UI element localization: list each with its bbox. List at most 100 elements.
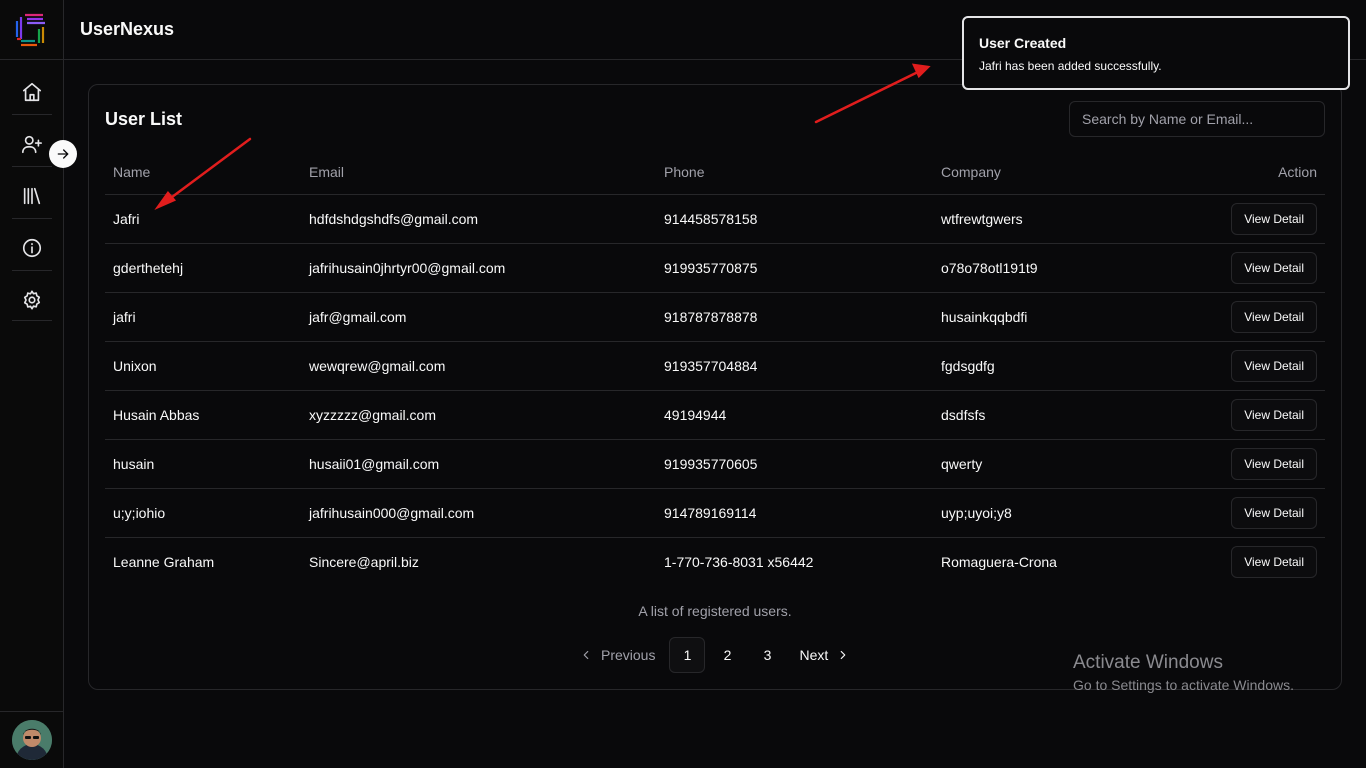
cell-email: Sincere@april.biz [309, 553, 419, 570]
sidebar-expand-button[interactable] [49, 140, 77, 168]
app-title: UserNexus [80, 19, 175, 39]
cell-email: jafrihusain0jhrtyr00@gmail.com [301, 243, 656, 293]
cell-action: View Detail [1154, 537, 1325, 586]
view-detail-button[interactable]: View Detail [1231, 202, 1317, 235]
settings-icon [23, 290, 41, 310]
library-icon [23, 187, 41, 205]
cell-name: husain [105, 439, 301, 489]
table-row: u;y;iohio jafrihusain000@gmail.com 91478… [105, 488, 1325, 538]
toast-description: Jafri has been added successfully. [979, 59, 1162, 73]
sidebar-divider [12, 320, 52, 321]
page-button-2[interactable]: 2 [709, 637, 745, 673]
chevron-left-icon [583, 650, 589, 660]
cell-action: View Detail [1154, 390, 1325, 440]
cell-phone: 1-770-736-8031 x56442 [664, 553, 814, 570]
sidebar-item-about[interactable] [12, 228, 52, 268]
cell-phone: 918787878878 [656, 292, 933, 342]
cell-phone: 919935770875 [656, 243, 933, 293]
view-detail-button[interactable]: View Detail [1231, 300, 1317, 333]
watermark-subtitle: Go to Settings to activate Windows. [1073, 677, 1294, 693]
cell-name: u;y;iohio [105, 488, 301, 538]
sidebar-divider [0, 711, 64, 712]
cell-email: hdfdshdgshdfs@gmail.com [301, 194, 656, 244]
home-icon [22, 82, 42, 102]
cell-action: View Detail [1154, 292, 1325, 342]
cell-name: Unixon [105, 341, 301, 391]
sidebar-divider [12, 166, 52, 167]
cell-company: Romaguera-Crona [941, 553, 1057, 570]
cell-email: jafr@gmail.com [301, 292, 656, 342]
search-input[interactable] [1069, 101, 1325, 137]
column-header-email: Email [301, 151, 656, 195]
table-row: gderthetehj jafrihusain0jhrtyr00@gmail.c… [105, 243, 1325, 293]
table-row: Leanne Graham Sincere@april.biz 1-770-73… [105, 537, 1325, 586]
cell-phone: 919935770605 [656, 439, 933, 489]
column-header-phone: Phone [656, 151, 933, 195]
column-header-name: Name [105, 151, 301, 195]
cell-email: jafrihusain000@gmail.com [301, 488, 656, 538]
sidebar-divider [12, 114, 52, 115]
next-page-button[interactable]: Next [789, 637, 860, 673]
cell-action: View Detail [1154, 488, 1325, 538]
table-row: Husain Abbas xyzzzzz@gmail.com 49194944 … [105, 390, 1325, 440]
cell-action: View Detail [1154, 194, 1325, 244]
cell-action: View Detail [1154, 341, 1325, 391]
page-button-3[interactable]: 3 [749, 637, 785, 673]
app-logo-icon[interactable] [13, 11, 51, 49]
sidebar [0, 0, 64, 768]
cell-company: o78o78otl191t9 [933, 243, 1155, 293]
view-detail-button[interactable]: View Detail [1231, 447, 1317, 480]
pagination: Previous 1 2 3 Next [569, 637, 860, 673]
column-header-company: Company [933, 151, 1155, 195]
column-header-action: Action [1154, 151, 1325, 195]
chevron-right-icon [840, 650, 846, 660]
view-detail-button[interactable]: View Detail [1231, 251, 1317, 284]
table-header-row: Name Email Phone Company Action [105, 151, 1325, 195]
cell-name: Husain Abbas [105, 390, 301, 440]
user-plus-icon [22, 135, 42, 154]
cell-company: wtfrewtgwers [933, 194, 1155, 244]
cell-phone: 914789169114 [656, 488, 933, 538]
user-table: Name Email Phone Company Action Jafri hd… [105, 151, 1325, 586]
cell-email: wewqrew@gmail.com [301, 341, 656, 391]
sidebar-item-home[interactable] [12, 72, 52, 112]
view-detail-button[interactable]: View Detail [1231, 398, 1317, 431]
cell-email: xyzzzzz@gmail.com [301, 390, 656, 440]
cell-company: dsdfsfs [933, 390, 1155, 440]
previous-label: Previous [601, 647, 656, 663]
view-detail-button[interactable]: View Detail [1231, 349, 1317, 382]
sidebar-divider [12, 270, 52, 271]
user-list-card: User List Name Email Phone Company Actio… [88, 84, 1342, 690]
toast-title: User Created [979, 35, 1067, 51]
page-button-1[interactable]: 1 [669, 637, 706, 673]
table-row: jafri jafr@gmail.com 918787878878 husain… [105, 292, 1325, 342]
table-row: Unixon wewqrew@gmail.com 919357704884 fg… [105, 341, 1325, 391]
sidebar-item-library[interactable] [12, 176, 52, 216]
cell-company: fgdsgdfg [933, 341, 1155, 391]
avatar[interactable] [12, 720, 52, 760]
cell-company: husainkqqbdfi [933, 292, 1155, 342]
next-label: Next [799, 647, 829, 663]
cell-company: uyp;uyoi;y8 [933, 488, 1155, 538]
toast-notification[interactable]: User Created Jafri has been added succes… [962, 16, 1350, 90]
view-detail-button[interactable]: View Detail [1231, 545, 1317, 578]
card-title: User List [105, 109, 183, 129]
sidebar-item-settings[interactable] [12, 280, 52, 320]
table-row: husain husaii01@gmail.com 919935770605 q… [105, 439, 1325, 489]
cell-phone: 919357704884 [656, 341, 933, 391]
sidebar-divider [12, 218, 52, 219]
sidebar-divider [0, 59, 64, 60]
cell-name: jafri [105, 292, 301, 342]
table-caption: A list of registered users. [638, 603, 792, 619]
sidebar-item-add-user[interactable] [12, 124, 52, 164]
cell-name: gderthetehj [105, 243, 301, 293]
cell-company: qwerty [933, 439, 1155, 489]
view-detail-button[interactable]: View Detail [1231, 496, 1317, 529]
cell-phone: 49194944 [656, 390, 933, 440]
previous-page-button[interactable]: Previous [569, 637, 665, 673]
arrow-right-icon [57, 149, 69, 159]
cell-action: View Detail [1154, 439, 1325, 489]
cell-email: husaii01@gmail.com [301, 439, 656, 489]
cell-phone: 914458578158 [656, 194, 933, 244]
cell-name: Jafri [105, 194, 301, 244]
